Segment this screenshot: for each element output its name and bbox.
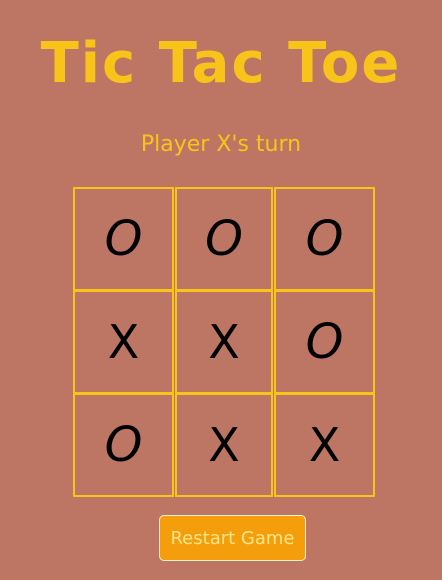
- board-cell-r3c1[interactable]: O: [73, 393, 174, 497]
- board-cell-r2c3[interactable]: O: [274, 290, 375, 394]
- restart-game-button[interactable]: Restart Game: [159, 515, 306, 561]
- board-cell-r1c1[interactable]: O: [73, 187, 174, 291]
- board-cell-r2c2[interactable]: X: [175, 290, 273, 394]
- board-cell-r3c2[interactable]: X: [175, 393, 273, 497]
- board-cell-r2c1[interactable]: X: [73, 290, 174, 394]
- board-cell-r1c3[interactable]: O: [274, 187, 375, 291]
- board-cell-r3c3[interactable]: X: [274, 393, 375, 497]
- game-title: Tic Tac Toe: [40, 31, 402, 96]
- board-cell-r1c2[interactable]: O: [175, 187, 273, 291]
- game-board: O O O X X O O X X: [73, 187, 375, 497]
- turn-status: Player X's turn: [140, 132, 302, 157]
